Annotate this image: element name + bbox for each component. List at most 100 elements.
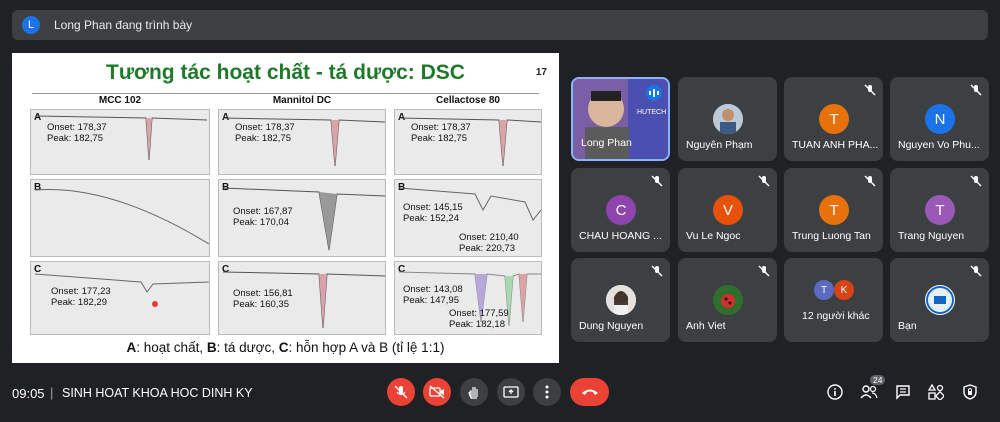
mic-off-icon [758, 265, 770, 277]
dsc-panel: A Onset: 178,37 Peak: 182,75 [218, 109, 386, 175]
avatar: T [814, 280, 834, 300]
participant-name: Bạn [898, 320, 917, 332]
raise-hand-button[interactable] [460, 378, 488, 406]
participant-tile-long-phan[interactable]: HUTECH Long Phan [571, 77, 670, 161]
shapes-icon [928, 384, 944, 400]
peak-value-2: Peak: 182,18 [449, 319, 505, 330]
slide-divider [32, 93, 539, 94]
participant-tile-anh-viet[interactable]: Anh Viet [678, 258, 777, 342]
participant-name: Long Phan [581, 137, 632, 149]
slide-number: 17 [535, 67, 547, 78]
meeting-info-button[interactable] [826, 383, 844, 401]
participant-tile-chau-hoang[interactable]: C CHAU HOANG ... [571, 168, 670, 252]
profile-photo [926, 286, 954, 314]
participant-name: 12 người khác [802, 310, 870, 322]
dsc-column-cellactose: Cellactose 80 A Onset: 178,37 Peak: 182,… [394, 95, 542, 339]
hand-icon [468, 387, 478, 399]
participant-tile-nguyen-pham[interactable]: Nguyên Phạm [678, 77, 777, 161]
participant-name: Trang Nguyen [898, 230, 965, 242]
present-screen-button[interactable] [497, 378, 525, 406]
mic-off-icon [758, 175, 770, 187]
camera-toggle-button[interactable] [423, 378, 451, 406]
avatar [713, 285, 743, 315]
info-icon [827, 384, 843, 400]
more-options-button[interactable] [533, 378, 561, 406]
separator: | [50, 385, 54, 400]
dsc-column-mannitol: Mannitol DC A Onset: 178,37 Peak: 182,75… [218, 95, 386, 339]
mic-toggle-button[interactable] [387, 378, 415, 406]
participant-tile-tuan-anh[interactable]: T TUAN ANH PHA... [784, 77, 883, 161]
peak-value: Peak: 170,04 [233, 217, 289, 228]
participant-name: Nguyên Phạm [686, 139, 753, 151]
dsc-panel: C Onset: 143,08 Peak: 147,95 Onset: 177,… [394, 261, 542, 335]
onset-value: Onset: 178,37 [411, 122, 471, 133]
shield-lock-icon [963, 384, 977, 400]
participant-tile-self[interactable]: Bạn [890, 258, 989, 342]
peak-value: Peak: 182,75 [235, 133, 291, 144]
dsc-curve [34, 188, 209, 245]
participant-tile-nguyen-vo[interactable]: N Nguyen Vo Phu... [890, 77, 989, 161]
participant-tile-dung-nguyen[interactable]: Dung Nguyen [571, 258, 670, 342]
dsc-panel: A Onset: 178,37 Peak: 182,75 [30, 109, 210, 175]
dsc-panel: C Onset: 156,81 Peak: 160,35 [218, 261, 386, 335]
dsc-panel: B Onset: 145,15 Peak: 152,24 Onset: 210,… [394, 179, 542, 257]
avatar: K [834, 280, 854, 300]
participant-tile-others[interactable]: T K 12 người khác [784, 258, 883, 342]
speaking-indicator-icon [646, 85, 662, 101]
onset-value: Onset: 178,37 [47, 122, 107, 133]
avatar [925, 285, 955, 315]
dsc-panel: C Onset: 177,23 Peak: 182,29 [30, 261, 210, 335]
dsc-panel: B [30, 179, 210, 257]
peak-value: Peak: 182,29 [51, 297, 107, 308]
avatar: N [925, 104, 955, 134]
avatar: C [606, 195, 636, 225]
participant-name: Trung Luong Tan [792, 230, 871, 242]
phone-hangup-icon [581, 389, 598, 395]
activities-button[interactable] [927, 383, 945, 401]
mic-off-icon [864, 175, 876, 187]
chat-button[interactable] [894, 383, 912, 401]
avatar [606, 285, 636, 315]
participant-tile-trang-nguyen[interactable]: T Trang Nguyen [890, 168, 989, 252]
people-button[interactable] [860, 383, 878, 401]
bottom-toolbar: 09:05 | SINH HOAT KHOA HOC DINH KY 24 [0, 370, 1000, 422]
onset-value: Onset: 145,15 [403, 202, 463, 213]
profile-photo [713, 104, 743, 134]
participant-tile-trung-luong[interactable]: T Trung Luong Tan [784, 168, 883, 252]
participant-name: Vu Le Ngoc [686, 230, 741, 242]
avatar: V [713, 195, 743, 225]
profile-photo [713, 285, 743, 315]
onset-value-2: Onset: 177,59 [449, 308, 509, 319]
audio-bars-icon [649, 89, 659, 97]
peak-value: Peak: 182,75 [47, 133, 103, 144]
peak-value: Peak: 160,35 [233, 299, 289, 310]
host-controls-button[interactable] [961, 383, 979, 401]
participant-name: CHAU HOANG ... [579, 230, 662, 242]
mic-off-icon [394, 385, 408, 399]
presentation-slide: Tương tác hoạt chất - tá dược: DSC 17 MC… [12, 53, 559, 363]
slide-title: Tương tác hoạt chất - tá dược: DSC [106, 61, 465, 84]
onset-value: Onset: 167,87 [233, 206, 293, 217]
meeting-name: SINH HOAT KHOA HOC DINH KY [62, 386, 253, 400]
onset-value: Onset: 177,23 [51, 286, 111, 297]
leave-call-button[interactable] [570, 378, 609, 406]
present-icon [503, 386, 519, 398]
caption-text-b: : tá dược, [216, 340, 279, 355]
caption-label-c: C [278, 340, 289, 355]
camera-off-icon [429, 385, 445, 399]
presenter-avatar: L [22, 16, 40, 34]
caption-text-c: : hỗn hợp A và B (tỉ lệ 1:1) [288, 340, 445, 355]
presenter-banner[interactable]: L Long Phan đang trình bày [12, 10, 988, 40]
column-header: Cellactose 80 [436, 95, 500, 106]
mic-off-icon [651, 265, 663, 277]
participant-tile-vu-le-ngoc[interactable]: V Vu Le Ngoc [678, 168, 777, 252]
caption-label-b: B [206, 340, 217, 355]
onset-value: Onset: 156,81 [233, 288, 293, 299]
dsc-panel: A Onset: 178,37 Peak: 182,75 [394, 109, 542, 175]
peak-value: Peak: 147,95 [403, 295, 459, 306]
mic-off-icon [970, 84, 982, 96]
participant-name: Anh Viet [686, 320, 726, 332]
caption-label-a: A [126, 340, 137, 355]
mic-off-icon [651, 175, 663, 187]
profile-photo [606, 285, 636, 315]
